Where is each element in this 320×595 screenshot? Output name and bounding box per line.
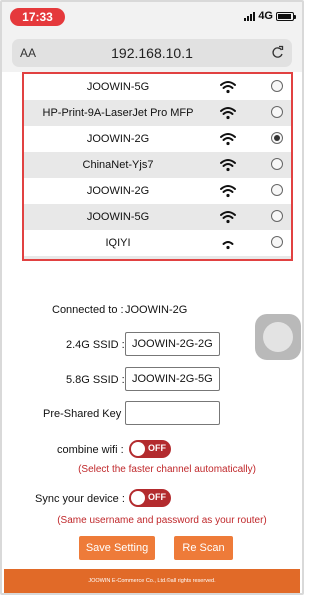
status-indicators: 4G — [244, 10, 296, 22]
ssid-58-field[interactable] — [125, 367, 220, 391]
wifi-ssid: HP-Print-9A-LaserJet Pro MFP — [42, 107, 194, 119]
psk-field[interactable] — [125, 401, 220, 425]
combine-wifi-note: (Select the faster channel automatically… — [78, 464, 256, 475]
assistive-touch-button[interactable] — [255, 314, 301, 360]
browser-toolbar: AA 192.168.10.1 — [2, 36, 302, 72]
wifi-network-row[interactable]: ChinaNet-Yjs7 — [24, 152, 291, 178]
wifi-network-row[interactable]: JOOWIN-5G — [24, 74, 291, 100]
phone-frame: 17:33 4G AA 192.168.10.1 JOOWIN-5G HP-Pri… — [0, 0, 304, 595]
wifi-ssid: JOOWIN-2G — [86, 185, 150, 197]
rescan-button[interactable]: Re Scan — [174, 536, 233, 560]
status-bar: 17:33 4G — [2, 2, 302, 36]
network-type: 4G — [258, 10, 273, 22]
address-bar[interactable]: AA 192.168.10.1 — [12, 39, 292, 67]
wifi-network-list: JOOWIN-5G HP-Print-9A-LaserJet Pro MFP JOO… — [22, 72, 293, 261]
toggle-knob — [131, 491, 145, 505]
wifi-ssid: JOOWIN-5G — [86, 211, 150, 223]
wifi-select-radio[interactable] — [271, 158, 283, 170]
wifi-signal-icon — [220, 81, 236, 94]
sync-device-note: (Same username and password as your rout… — [57, 515, 267, 526]
wifi-network-row[interactable]: ChinaNet-zuVa — [24, 256, 291, 259]
toggle-knob — [131, 442, 145, 456]
wifi-signal-icon — [220, 133, 236, 146]
wifi-network-row[interactable]: IQIYI — [24, 230, 291, 256]
status-time: 17:33 — [10, 8, 65, 26]
ssid-24-field[interactable] — [125, 332, 220, 356]
save-setting-button[interactable]: Save Setting — [79, 536, 155, 560]
wifi-signal-icon — [220, 107, 236, 120]
psk-label: Pre-Shared Key : — [43, 408, 128, 420]
combine-wifi-state: OFF — [148, 443, 166, 453]
ssid-24-label: 2.4G SSID : — [66, 339, 125, 351]
ssid-58-label: 5.8G SSID : — [66, 374, 125, 386]
wifi-network-row[interactable]: JOOWIN-2G — [24, 178, 291, 204]
wifi-select-radio[interactable] — [271, 184, 283, 196]
combine-wifi-label: combine wifi : — [57, 444, 124, 456]
connected-value: JOOWIN-2G — [125, 304, 188, 316]
wifi-signal-icon — [220, 159, 236, 172]
sync-device-state: OFF — [148, 492, 166, 502]
url-text[interactable]: 192.168.10.1 — [12, 45, 292, 61]
wifi-signal-icon — [220, 185, 236, 198]
wifi-network-row[interactable]: JOOWIN-2G — [24, 126, 291, 152]
wifi-ssid: JOOWIN-2G — [86, 133, 150, 145]
connected-label: Connected to : — [52, 304, 124, 316]
wifi-select-radio[interactable] — [271, 106, 283, 118]
wifi-select-radio[interactable] — [271, 210, 283, 222]
reload-icon[interactable] — [271, 45, 284, 59]
sync-device-toggle[interactable]: OFF — [129, 489, 171, 507]
wifi-ssid: JOOWIN-5G — [86, 81, 150, 93]
wifi-signal-icon — [220, 211, 236, 224]
wifi-select-radio[interactable] — [271, 80, 283, 92]
footer: JOOWIN E-Commerce Co., Ltd.©all rights r… — [4, 569, 300, 593]
wifi-network-row[interactable]: JOOWIN-5G — [24, 204, 291, 230]
cellular-signal-icon — [244, 11, 256, 21]
wifi-select-radio[interactable] — [271, 132, 283, 144]
wifi-ssid: ChinaNet-Yjs7 — [82, 159, 154, 171]
combine-wifi-toggle[interactable]: OFF — [129, 440, 171, 458]
wifi-signal-icon — [222, 241, 234, 250]
battery-level — [278, 13, 291, 19]
wifi-ssid: IQIYI — [105, 237, 131, 249]
wifi-select-radio[interactable] — [271, 236, 283, 248]
wifi-network-row[interactable]: HP-Print-9A-LaserJet Pro MFP — [24, 100, 291, 126]
sync-device-label: Sync your device : — [35, 493, 125, 505]
battery-icon — [276, 11, 296, 21]
